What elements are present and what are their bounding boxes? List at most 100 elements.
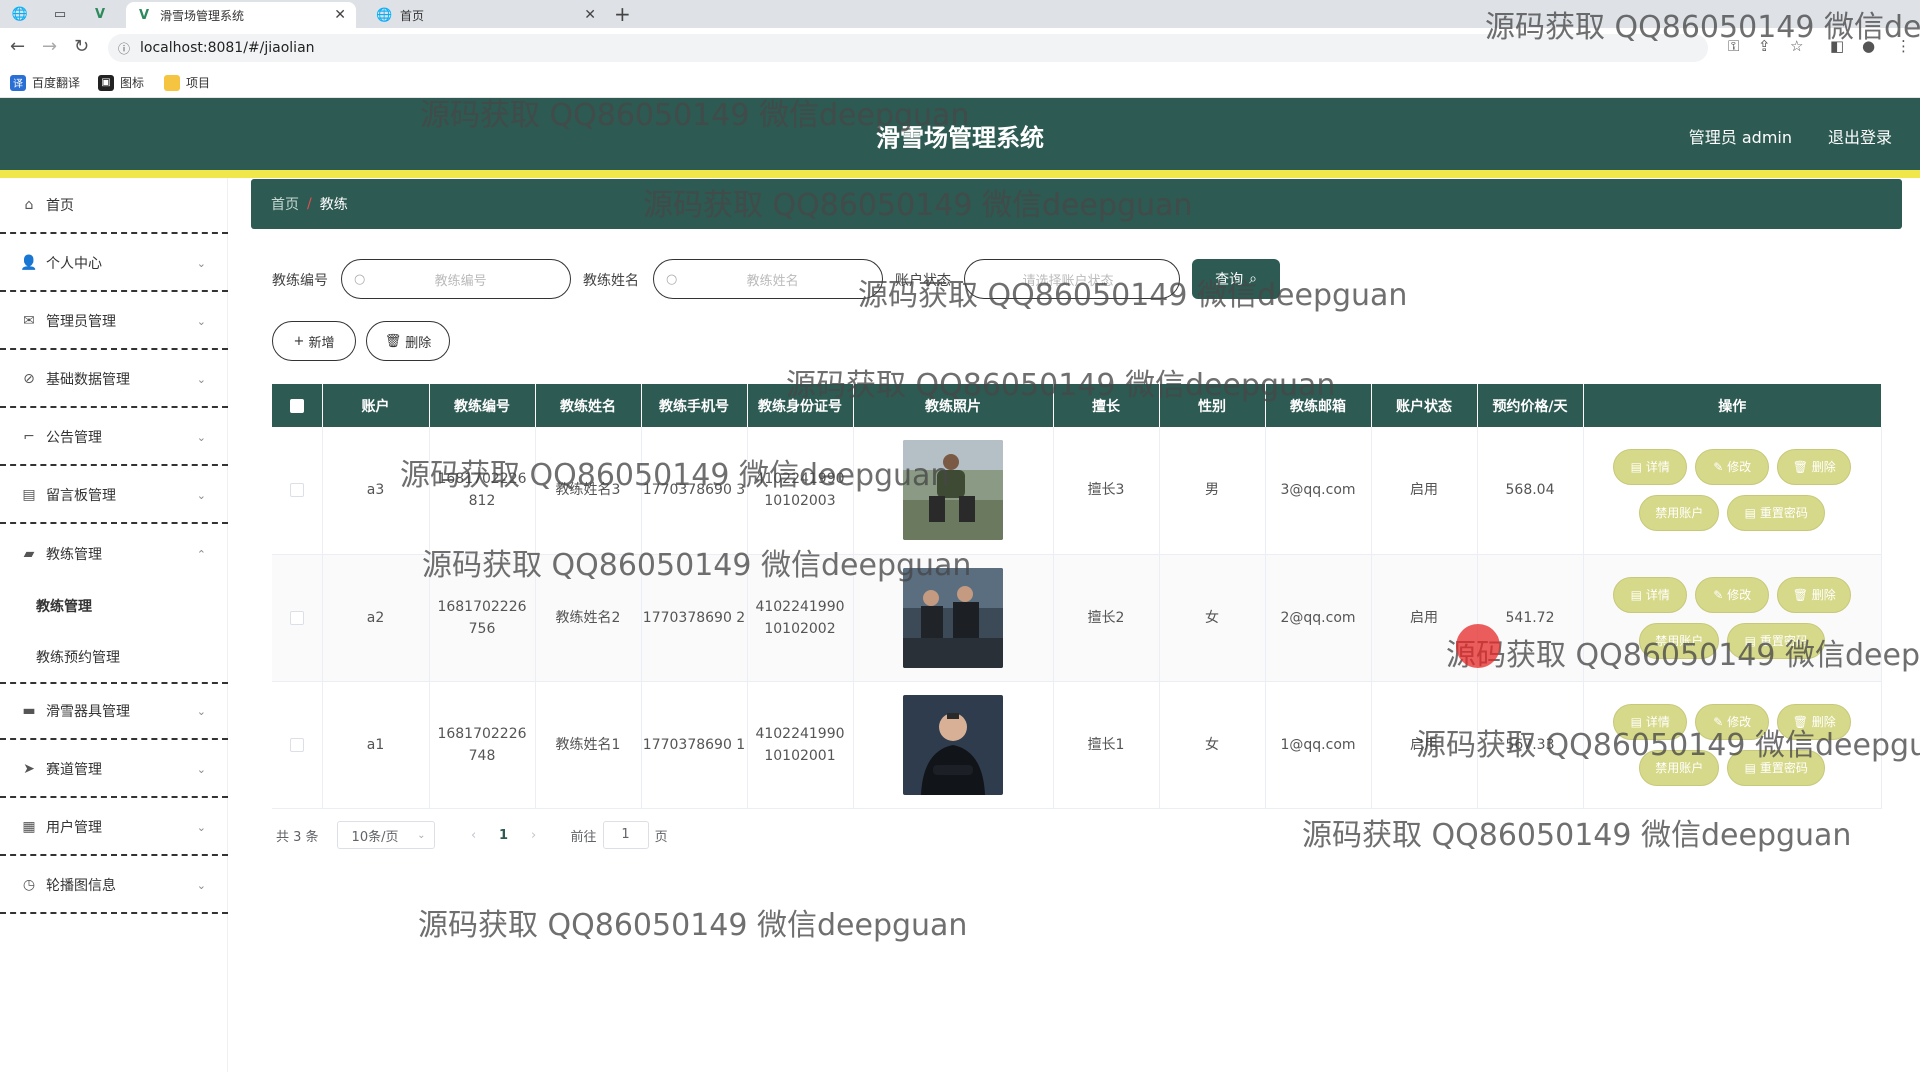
select-all-checkbox[interactable] <box>289 398 304 413</box>
goto-page-input[interactable]: 1 <box>602 821 649 849</box>
breadcrumb-home[interactable]: 首页 <box>271 194 299 214</box>
pinned-tab-vue-icon[interactable]: V <box>86 2 114 26</box>
tab-title: 滑雪场管理系统 <box>160 8 245 23</box>
coach-name-label: 教练姓名 <box>583 273 639 289</box>
close-tab-icon[interactable]: ✕ <box>584 7 596 23</box>
forward-icon[interactable]: → <box>42 36 57 57</box>
home-icon: ⌂ <box>24 197 34 213</box>
coach-photo-1[interactable] <box>903 440 1003 541</box>
sidepanel-icon[interactable]: ◧ <box>1830 37 1844 55</box>
column-header: 教练编号 <box>429 384 536 427</box>
profile-icon[interactable]: ● <box>1862 37 1875 55</box>
pinned-tab-globe-icon[interactable]: 🌐 <box>6 2 34 26</box>
sidebar-item-users[interactable]: ▦ 用户管理 ⌄ <box>0 800 228 856</box>
star-icon[interactable]: ☆ <box>1790 37 1803 55</box>
operations-cell: ▤ 详情 ✎ 修改 🗑 删除 禁用账户 ▤ 重置密码 <box>1583 554 1882 682</box>
doc-icon: ▤ <box>1630 714 1646 729</box>
sidebar-item-messageboard[interactable]: ▤ 留言板管理 ⌄ <box>0 468 228 524</box>
chevron-down-icon: ⌄ <box>196 878 206 892</box>
column-header: 教练手机号 <box>641 384 748 427</box>
url-input[interactable]: ⓘ localhost:8081/#/jiaolian <box>108 34 1708 62</box>
edit-button[interactable]: ✎ 修改 <box>1695 449 1770 486</box>
sidebar-item-track[interactable]: ➤ 赛道管理 ⌄ <box>0 742 228 798</box>
edit-button[interactable]: ✎ 修改 <box>1695 576 1770 613</box>
ticket-icon: ▰ <box>23 546 35 562</box>
query-button[interactable]: 查询 ⌕ <box>1192 259 1280 299</box>
row-checkbox[interactable] <box>289 737 304 752</box>
clock-icon: ◷ <box>22 877 36 893</box>
sidebar-item-admin[interactable]: ✉ 管理员管理 ⌄ <box>0 294 228 350</box>
coach-idcard-cell: 4102241990 10102002 <box>747 554 854 682</box>
doc-icon: ▤ <box>1744 633 1760 648</box>
detail-button[interactable]: ▤ 详情 <box>1613 703 1688 740</box>
chevron-up-icon: ⌃ <box>196 547 206 561</box>
bookmarks-bar: 译 百度翻译 ▣ 图标 项目 <box>0 68 1920 98</box>
chevron-down-icon: ⌄ <box>417 829 426 841</box>
close-tab-icon[interactable]: ✕ <box>334 7 346 23</box>
sidebar-subitem-coach-booking[interactable]: 教练预约管理 <box>0 632 228 684</box>
chevron-down-icon: ⌄ <box>196 488 206 502</box>
operations-cell: ▤ 详情 ✎ 修改 🗑 删除 禁用账户 ▤ 重置密码 <box>1583 681 1882 809</box>
share-icon[interactable]: ⇪ <box>1758 37 1771 55</box>
bookmark-folder[interactable]: 项目 <box>164 74 210 91</box>
disable-account-button[interactable]: 禁用账户 <box>1639 622 1720 659</box>
add-button[interactable]: + 新增 <box>272 321 356 361</box>
browser-tab-active[interactable]: V 滑雪场管理系统 ✕ <box>126 2 356 28</box>
next-page-button[interactable]: › <box>519 828 549 843</box>
site-info-icon[interactable]: ⓘ <box>118 40 130 57</box>
row-delete-button[interactable]: 🗑 删除 <box>1777 576 1852 613</box>
coach-photo-3[interactable] <box>903 694 1003 795</box>
reset-password-button[interactable]: ▤ 重置密码 <box>1727 495 1826 532</box>
bookmark-item[interactable]: 译 百度翻译 <box>10 74 80 91</box>
sidebar-item-coach[interactable]: ▰ 教练管理 ⌃ <box>0 526 228 582</box>
coach-code-input[interactable]: ○ 教练编号 <box>341 259 571 299</box>
breadcrumb: 首页 / 教练 <box>251 179 1902 229</box>
sidebar-item-notice[interactable]: ⌐ 公告管理 ⌄ <box>0 410 228 466</box>
column-header: 性别 <box>1159 384 1266 427</box>
admin-user-label: 管理员 admin <box>1688 128 1792 147</box>
skill-cell: 擅长2 <box>1053 554 1160 682</box>
equipment-icon: ▬ <box>22 703 36 719</box>
disable-account-button[interactable]: 禁用账户 <box>1639 495 1720 532</box>
sidebar-item-equipment[interactable]: ▬ 滑雪器具管理 ⌄ <box>0 684 228 740</box>
sidebar-subitem-coach-manage[interactable]: 教练管理 <box>0 582 228 630</box>
coach-photo-2[interactable] <box>903 567 1003 668</box>
breadcrumb-separator: / <box>307 196 312 212</box>
address-bar-row: ← → ↻ ⓘ localhost:8081/#/jiaolian ⚿ ⇪ ☆ … <box>0 28 1920 68</box>
row-checkbox[interactable] <box>289 610 304 625</box>
delete-button[interactable]: 🗑 删除 <box>366 321 450 361</box>
prev-page-button[interactable]: ‹ <box>459 828 489 843</box>
reload-icon[interactable]: ↻ <box>74 36 89 57</box>
sidebar-item-home[interactable]: ⌂ 首页 <box>0 178 228 234</box>
sidebar-item-carousel[interactable]: ◷ 轮播图信息 ⌄ <box>0 858 228 914</box>
key-icon[interactable]: ⚿ <box>1728 37 1739 55</box>
disable-account-button[interactable]: 禁用账户 <box>1639 749 1720 786</box>
row-delete-button[interactable]: 🗑 删除 <box>1777 449 1852 486</box>
row-checkbox[interactable] <box>289 483 304 498</box>
row-select-cell <box>272 681 323 809</box>
sidebar-item-basedata[interactable]: ⊘ 基础数据管理 ⌄ <box>0 352 228 408</box>
menu-dots-icon[interactable]: ⋮ <box>1896 37 1911 55</box>
reset-password-button[interactable]: ▤ 重置密码 <box>1727 622 1826 659</box>
new-tab-button[interactable]: + <box>614 2 631 26</box>
doc-icon: ▤ <box>1744 760 1760 775</box>
coach-photo-cell <box>853 681 1054 809</box>
back-icon[interactable]: ← <box>10 36 25 57</box>
detail-button[interactable]: ▤ 详情 <box>1613 449 1688 486</box>
reset-password-button[interactable]: ▤ 重置密码 <box>1727 749 1826 786</box>
bookmark-item[interactable]: ▣ 图标 <box>98 74 144 91</box>
logout-button[interactable]: 退出登录 <box>1828 124 1892 148</box>
chevron-down-icon: ⌄ <box>196 820 206 834</box>
account-status-select[interactable]: 请选择账户状态 <box>964 259 1180 299</box>
detail-button[interactable]: ▤ 详情 <box>1613 576 1688 613</box>
page-size-select[interactable]: 10条/页 ⌄ <box>336 821 435 849</box>
operations-cell: ▤ 详情 ✎ 修改 🗑 删除 禁用账户 ▤ 重置密码 <box>1583 427 1882 555</box>
row-delete-button[interactable]: 🗑 删除 <box>1777 703 1852 740</box>
coach-name-input[interactable]: ○ 教练姓名 <box>653 259 883 299</box>
browser-tab[interactable]: 🌐 首页 ✕ <box>366 2 606 28</box>
pinned-tab-icon[interactable]: ▭ <box>46 2 74 26</box>
coach-code-cell: 1681702226 756 <box>429 554 536 682</box>
sidebar-item-profile[interactable]: 👤 个人中心 ⌄ <box>0 236 228 292</box>
page-number[interactable]: 1 <box>489 828 519 843</box>
edit-button[interactable]: ✎ 修改 <box>1695 703 1770 740</box>
